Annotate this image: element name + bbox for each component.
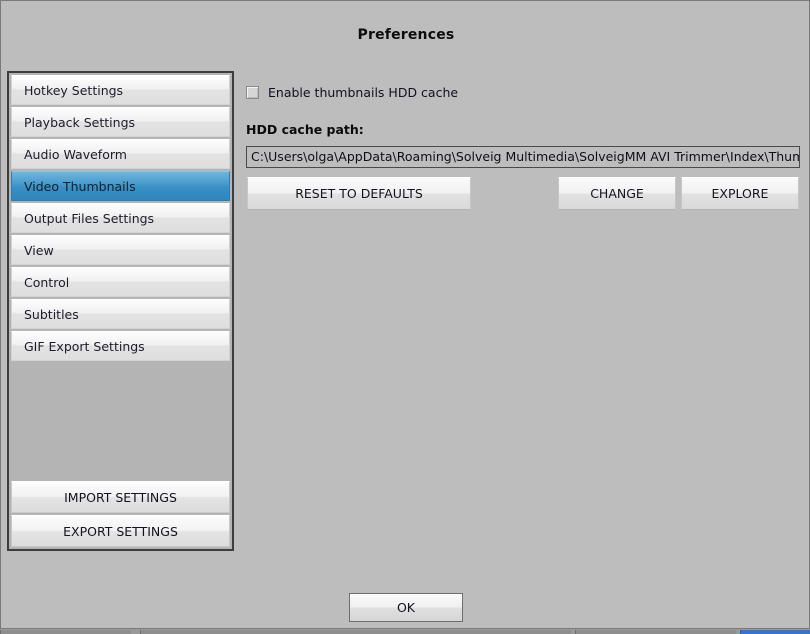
- page-title: Preferences: [357, 27, 455, 43]
- import-settings-button[interactable]: IMPORT SETTINGS: [11, 481, 230, 513]
- background-window-segment: [0, 630, 131, 634]
- sidebar-item-audio-waveform[interactable]: Audio Waveform: [11, 139, 230, 169]
- export-settings-button[interactable]: EXPORT SETTINGS: [11, 515, 230, 547]
- hdd-cache-path-input[interactable]: C:\Users\olga\AppData\Roaming\Solveig Mu…: [246, 146, 800, 168]
- hdd-cache-path-label: HDD cache path:: [246, 122, 364, 137]
- change-button[interactable]: CHANGE: [558, 177, 676, 210]
- sidebar-item-label: Audio Waveform: [24, 147, 127, 162]
- sidebar-item-view[interactable]: View: [11, 235, 230, 265]
- sidebar-item-video-thumbnails[interactable]: Video Thumbnails: [11, 171, 230, 201]
- settings-category-sidebar: Hotkey Settings Playback Settings Audio …: [7, 71, 234, 551]
- sidebar-item-label: View: [24, 243, 54, 258]
- sidebar-item-control[interactable]: Control: [11, 267, 230, 297]
- sidebar-item-label: Playback Settings: [24, 115, 136, 130]
- sidebar-item-label: Output Files Settings: [24, 211, 155, 226]
- background-window-segment: [575, 630, 736, 634]
- sidebar-item-label: Subtitles: [24, 307, 79, 322]
- background-window-segment-active: [740, 630, 810, 634]
- sidebar-item-playback-settings[interactable]: Playback Settings: [11, 107, 230, 137]
- sidebar-actions: IMPORT SETTINGS EXPORT SETTINGS: [11, 479, 230, 547]
- background-window-segment: [140, 630, 571, 634]
- sidebar-item-output-files-settings[interactable]: Output Files Settings: [11, 203, 230, 233]
- enable-thumbnails-cache-label: Enable thumbnails HDD cache: [268, 84, 459, 100]
- category-list: Hotkey Settings Playback Settings Audio …: [11, 75, 230, 363]
- sidebar-item-subtitles[interactable]: Subtitles: [11, 299, 230, 329]
- explore-button[interactable]: EXPLORE: [681, 177, 799, 210]
- sidebar-item-label: Hotkey Settings: [24, 83, 124, 98]
- sidebar-item-label: Control: [24, 275, 70, 290]
- sidebar-item-gif-export-settings[interactable]: GIF Export Settings: [11, 331, 230, 361]
- preferences-dialog: Preferences Hotkey Settings Playback Set…: [0, 0, 810, 629]
- sidebar-item-label: GIF Export Settings: [24, 339, 145, 354]
- ok-button[interactable]: OK: [349, 593, 463, 622]
- sidebar-item-label: Video Thumbnails: [24, 179, 136, 194]
- screen: Preferences Hotkey Settings Playback Set…: [0, 0, 810, 634]
- sidebar-item-hotkey-settings[interactable]: Hotkey Settings: [11, 75, 230, 105]
- enable-thumbnails-cache-row[interactable]: Enable thumbnails HDD cache: [246, 83, 458, 101]
- enable-thumbnails-cache-checkbox[interactable]: [246, 85, 259, 99]
- reset-to-defaults-button[interactable]: RESET TO DEFAULTS: [247, 177, 471, 210]
